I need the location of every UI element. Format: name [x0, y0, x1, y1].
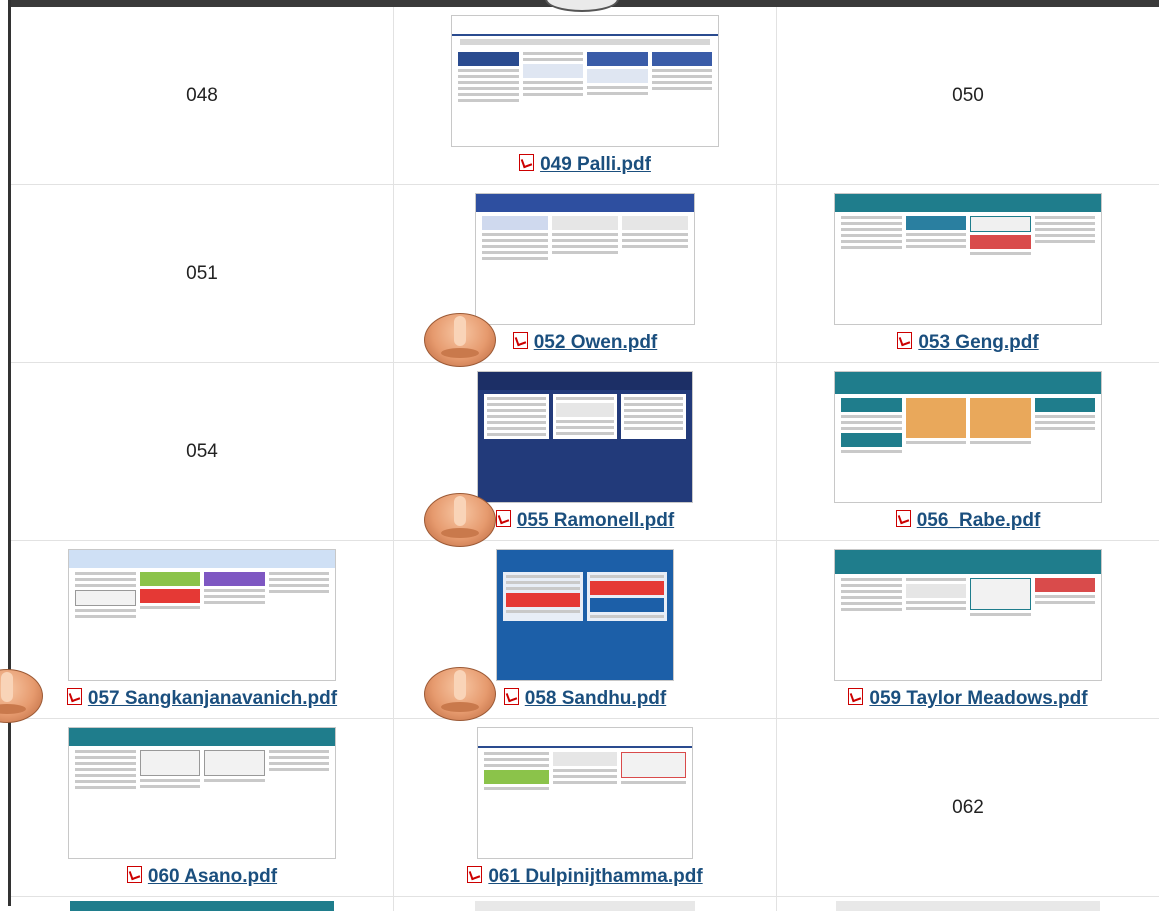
table-cell: 051 — [11, 185, 394, 362]
table-cell: 059 Taylor Meadows.pdf — [777, 541, 1159, 718]
pdf-icon — [467, 866, 483, 883]
nose-cursor-icon — [424, 493, 496, 547]
table-cell: 062 — [777, 719, 1159, 896]
pdf-link-label[interactable]: 049 Palli.pdf — [540, 154, 651, 175]
pdf-icon — [66, 688, 82, 705]
poster-number: 051 — [186, 262, 218, 284]
pdf-icon — [495, 510, 511, 527]
poster-thumbnail[interactable] — [834, 371, 1102, 503]
table-cell: 050 — [777, 7, 1159, 184]
nose-cursor-icon — [0, 669, 43, 723]
table-cell: 048 — [11, 7, 394, 184]
poster-table: 048 049 Palli.pdf 050 051 052 Owen.pdf 0… — [0, 7, 1159, 911]
table-cell — [11, 897, 394, 911]
table-cell — [777, 897, 1159, 911]
pdf-link[interactable]: 056_Rabe.pdf — [777, 510, 1159, 532]
table-cell: 061 Dulpinijthamma.pdf — [394, 719, 777, 896]
poster-thumbnail[interactable] — [477, 371, 693, 503]
table-cell: 055 Ramonell.pdf — [394, 363, 777, 547]
pdf-icon — [895, 510, 911, 527]
pdf-link[interactable]: 057 Sangkanjanavanich.pdf — [11, 688, 393, 710]
pdf-link[interactable]: 060 Asano.pdf — [11, 866, 393, 888]
poster-thumbnail[interactable] — [834, 549, 1102, 681]
poster-thumbnail[interactable] — [475, 193, 695, 325]
pdf-link[interactable]: 061 Dulpinijthamma.pdf — [394, 866, 776, 888]
table-row: 060 Asano.pdf 061 Dulpinijthamma.pdf 062 — [11, 719, 1159, 897]
table-cell: 057 Sangkanjanavanich.pdf — [0, 541, 394, 723]
poster-thumbnail[interactable] — [477, 727, 693, 859]
poster-thumbnail[interactable] — [68, 549, 336, 681]
pdf-link-label[interactable]: 052 Owen.pdf — [534, 332, 658, 353]
pdf-icon — [503, 688, 519, 705]
table-row: 054 055 Ramonell.pdf 056_Rabe.pdf — [11, 363, 1159, 547]
pdf-link[interactable]: 059 Taylor Meadows.pdf — [777, 688, 1159, 710]
table-cell: 054 — [11, 363, 394, 540]
pdf-link-label[interactable]: 056_Rabe.pdf — [917, 510, 1041, 531]
table-cell: 053 Geng.pdf — [777, 185, 1159, 362]
poster-thumbnail[interactable] — [834, 193, 1102, 325]
poster-number: 054 — [186, 440, 218, 462]
pdf-link[interactable]: 053 Geng.pdf — [777, 332, 1159, 354]
table-row — [11, 897, 1159, 911]
pdf-icon — [897, 332, 913, 349]
pdf-link-label[interactable]: 057 Sangkanjanavanich.pdf — [88, 688, 337, 709]
table-cell: 058 Sandhu.pdf — [394, 541, 777, 721]
table-row: 048 049 Palli.pdf 050 — [11, 7, 1159, 185]
pdf-icon — [126, 866, 142, 883]
poster-thumbnail[interactable] — [68, 727, 336, 859]
table-cell: 060 Asano.pdf — [11, 719, 394, 896]
table-cell: 049 Palli.pdf — [394, 7, 777, 184]
pdf-icon — [848, 688, 864, 705]
poster-thumbnail[interactable] — [496, 549, 674, 681]
table-cell: 052 Owen.pdf — [394, 185, 777, 367]
poster-thumbnail[interactable] — [451, 15, 719, 147]
poster-number: 048 — [186, 84, 218, 106]
pdf-link-label[interactable]: 053 Geng.pdf — [918, 332, 1038, 353]
poster-number: 062 — [952, 796, 984, 818]
table-cell — [394, 897, 777, 911]
pdf-icon — [512, 332, 528, 349]
pdf-link-label[interactable]: 059 Taylor Meadows.pdf — [869, 688, 1087, 709]
pdf-link-label[interactable]: 061 Dulpinijthamma.pdf — [488, 866, 702, 887]
table-row: 057 Sangkanjanavanich.pdf 058 Sandhu.pdf… — [0, 541, 1159, 723]
poster-number: 050 — [952, 84, 984, 106]
nose-cursor-icon — [424, 313, 496, 367]
pdf-link-label[interactable]: 055 Ramonell.pdf — [517, 510, 674, 531]
pdf-icon — [519, 154, 535, 171]
table-row: 051 052 Owen.pdf 053 Geng.pdf — [11, 185, 1159, 367]
pdf-link[interactable]: 049 Palli.pdf — [394, 154, 776, 176]
nose-cursor-icon — [424, 667, 496, 721]
table-cell: 056_Rabe.pdf — [777, 363, 1159, 540]
pdf-link-label[interactable]: 058 Sandhu.pdf — [525, 688, 666, 709]
pdf-link-label[interactable]: 060 Asano.pdf — [148, 866, 277, 887]
